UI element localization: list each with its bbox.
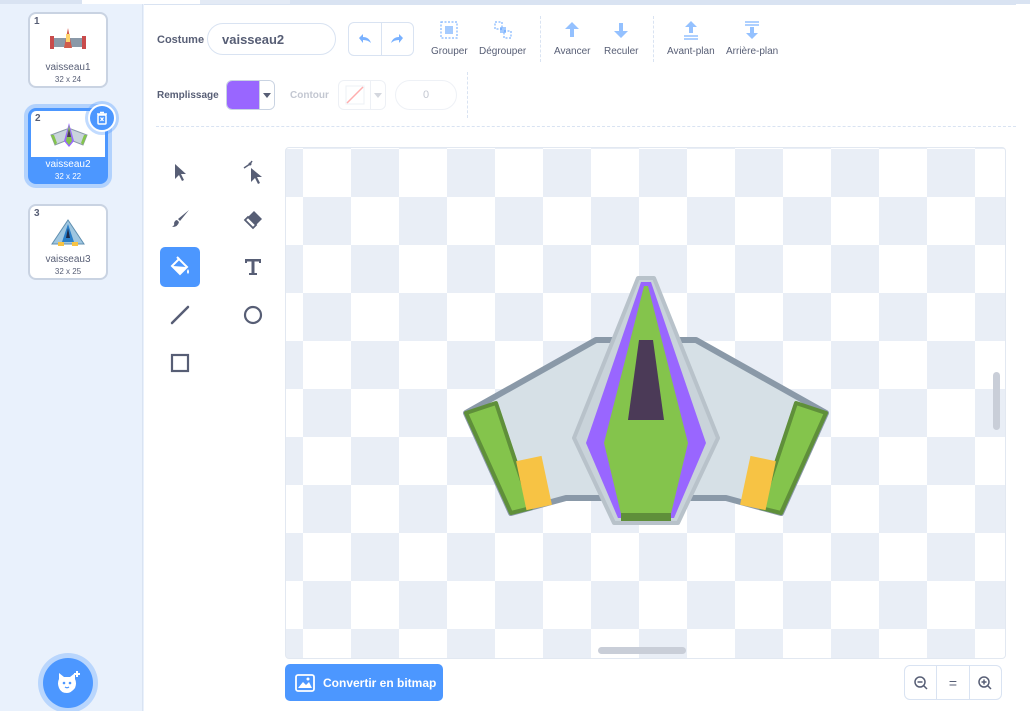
outline-dropdown — [370, 81, 385, 109]
brush-tool[interactable] — [160, 199, 200, 239]
trash-icon — [97, 111, 107, 125]
spaceship-drawing — [463, 276, 829, 525]
reshape-tool[interactable] — [233, 152, 273, 192]
text-tool[interactable] — [233, 247, 273, 287]
forward-label: Avancer — [554, 46, 591, 57]
eraser-tool[interactable] — [233, 199, 273, 239]
back-label: Arrière-plan — [726, 46, 779, 57]
zoom-out-button[interactable] — [905, 666, 936, 699]
redo-icon — [391, 34, 404, 43]
zoom-in-button[interactable] — [970, 666, 1001, 699]
costume-size: 32 x 22 — [54, 172, 82, 181]
reshape-icon — [243, 160, 262, 184]
costume-size: 32 x 24 — [54, 75, 82, 84]
toolbar-divider — [156, 126, 1016, 127]
circle-icon — [243, 305, 263, 325]
editor-right-edge — [1016, 4, 1030, 711]
arrow-up-icon — [565, 22, 580, 37]
costume-number: 1 — [34, 16, 40, 27]
bring-to-front-icon — [683, 21, 698, 40]
costume-name: vaisseau2 — [45, 159, 91, 170]
forward-button[interactable]: Avancer — [554, 20, 591, 57]
toolbar-separator — [467, 72, 468, 118]
outline-label: Contour — [290, 90, 329, 101]
costume-thumbnail — [51, 219, 85, 246]
group-icon — [440, 21, 458, 39]
send-to-back-icon — [745, 21, 760, 39]
paint-bucket-icon — [170, 256, 189, 276]
undo-button[interactable] — [349, 23, 381, 55]
backward-label: Reculer — [604, 46, 639, 57]
eraser-icon — [243, 211, 262, 230]
line-tool[interactable] — [160, 295, 200, 335]
outline-color-swatch — [339, 81, 370, 109]
text-icon — [245, 259, 261, 275]
front-button[interactable]: Avant-plan — [667, 20, 715, 57]
costume-name: vaisseau3 — [45, 254, 91, 265]
rectangle-icon — [170, 353, 190, 373]
caret-down-icon — [263, 92, 271, 98]
ungroup-label: Dégrouper — [479, 46, 527, 57]
zoom-controls: = — [904, 665, 1002, 700]
costume-number: 3 — [34, 208, 40, 219]
fill-color-swatch — [227, 81, 259, 109]
rectangle-tool[interactable] — [160, 343, 200, 383]
no-color-icon — [345, 85, 364, 105]
toolbar-separator — [540, 16, 541, 62]
redo-button[interactable] — [381, 23, 413, 55]
choose-costume-button[interactable] — [43, 658, 93, 708]
cat-plus-icon — [58, 671, 80, 693]
circle-tool[interactable] — [233, 295, 273, 335]
backward-button[interactable]: Reculer — [604, 20, 638, 57]
costume-name-label: Costume — [157, 34, 205, 46]
delete-costume-button[interactable] — [88, 104, 116, 132]
image-icon — [295, 673, 315, 692]
fill-tool[interactable] — [160, 247, 200, 287]
zoom-reset-button[interactable]: = — [937, 666, 968, 699]
arrow-cursor-icon — [175, 164, 186, 181]
front-label: Avant-plan — [667, 46, 715, 57]
group-label: Grouper — [431, 46, 468, 57]
costume-item-1[interactable]: 1 vaisseau1 32 x 24 — [28, 12, 108, 88]
fill-label: Remplissage — [157, 90, 219, 101]
undo-icon — [358, 34, 371, 43]
vertical-scrollbar[interactable] — [993, 372, 1000, 430]
convert-to-bitmap-label: Convertir en bitmap — [323, 675, 437, 690]
select-tool[interactable] — [160, 152, 200, 192]
toolbar-separator — [653, 16, 654, 62]
zoom-in-icon — [978, 675, 992, 690]
costume-list: 1 vaisseau1 32 x 24 2 vaisseau2 32 x 22 — [0, 4, 143, 711]
arrow-down-icon — [614, 23, 629, 38]
zoom-out-icon — [913, 675, 928, 690]
brush-icon — [172, 210, 189, 227]
outline-width-input[interactable]: 0 — [395, 80, 457, 110]
back-button[interactable]: Arrière-plan — [726, 20, 778, 57]
fill-color-picker[interactable] — [226, 80, 275, 110]
costume-name-input[interactable]: vaisseau2 — [207, 23, 336, 55]
convert-to-bitmap-button[interactable]: Convertir en bitmap — [285, 664, 443, 701]
undo-redo-group — [348, 22, 414, 56]
costume-item-3[interactable]: 3 vaisseau3 32 x 25 — [28, 204, 108, 280]
ungroup-button[interactable]: Dégrouper — [479, 20, 526, 57]
group-button[interactable]: Grouper — [431, 20, 468, 57]
drawing-canvas[interactable] — [285, 147, 1006, 659]
costume-size: 32 x 25 — [54, 267, 82, 276]
ungroup-icon — [494, 21, 512, 39]
horizontal-scrollbar[interactable] — [598, 647, 686, 654]
costume-number: 2 — [35, 113, 41, 124]
outline-color-picker[interactable] — [338, 80, 386, 110]
caret-down-icon — [374, 92, 382, 98]
line-icon — [170, 305, 190, 325]
costume-thumbnail — [50, 123, 88, 147]
costume-name: vaisseau1 — [45, 62, 91, 73]
fill-dropdown — [259, 81, 274, 109]
costume-thumbnail — [50, 28, 86, 49]
